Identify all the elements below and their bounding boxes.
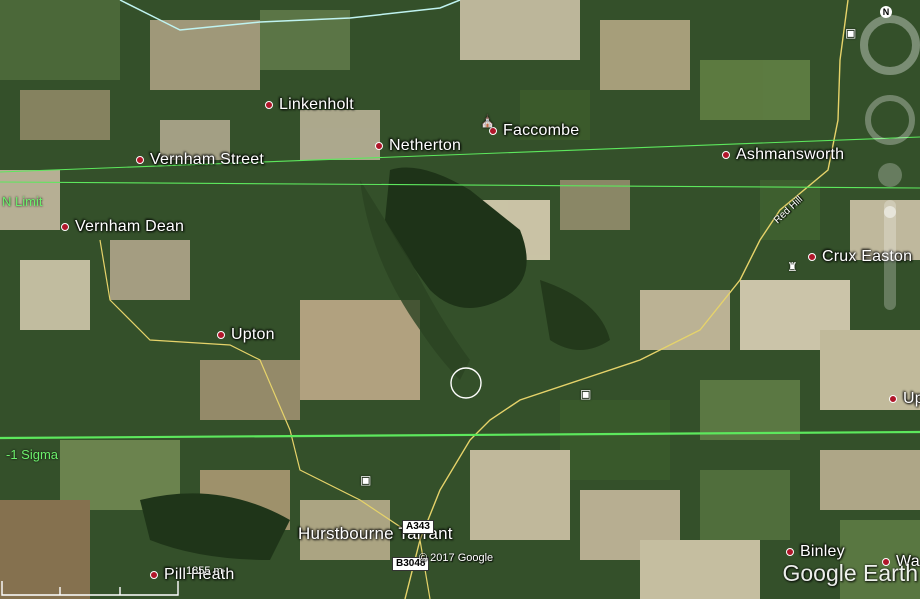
- place-pin-icon: [217, 331, 225, 339]
- landmark-icon[interactable]: ♜: [787, 260, 798, 274]
- place-pin-icon: [889, 395, 897, 403]
- scale-bar: [1, 581, 179, 596]
- church-icon[interactable]: ⛪: [480, 114, 495, 128]
- sigma-label: -1 Sigma: [6, 447, 59, 462]
- place-binley[interactable]: Binley: [786, 543, 845, 561]
- n-limit-label: N Limit: [2, 194, 43, 209]
- place-faccombe[interactable]: Faccombe: [489, 122, 579, 140]
- terrain-imagery: [0, 0, 920, 599]
- place-ashmansworth[interactable]: Ashmansworth: [722, 146, 844, 164]
- place-netherton[interactable]: Netherton: [375, 137, 461, 155]
- navigation-controls[interactable]: [850, 0, 920, 340]
- satellite-map[interactable]: Linkenholt Netherton Faccombe Vernham St…: [0, 0, 920, 599]
- compass-north-icon[interactable]: N: [880, 6, 892, 18]
- road-shield-a343: A343: [402, 520, 434, 534]
- copyright-text: © 2017 Google: [419, 552, 494, 564]
- place-pin-icon: [786, 548, 794, 556]
- place-upton-right[interactable]: Up: [889, 390, 920, 408]
- place-vernham-dean[interactable]: Vernham Dean: [61, 218, 184, 236]
- place-linkenholt[interactable]: Linkenholt: [265, 96, 354, 114]
- place-upton[interactable]: Upton: [217, 326, 275, 344]
- place-pin-icon: [489, 127, 497, 135]
- place-pin-icon: [808, 253, 816, 261]
- place-vernham-street[interactable]: Vernham Street: [136, 151, 264, 169]
- place-pin-icon: [722, 151, 730, 159]
- building-icon[interactable]: ▣: [580, 387, 591, 401]
- place-pin-icon: [265, 101, 273, 109]
- place-pin-icon: [375, 142, 383, 150]
- place-pin-icon: [61, 223, 69, 231]
- scale-label: 1855 m: [186, 565, 223, 577]
- building-icon[interactable]: ▣: [360, 473, 371, 487]
- google-earth-logo: Google Earth: [782, 560, 918, 586]
- place-pin-icon: [136, 156, 144, 164]
